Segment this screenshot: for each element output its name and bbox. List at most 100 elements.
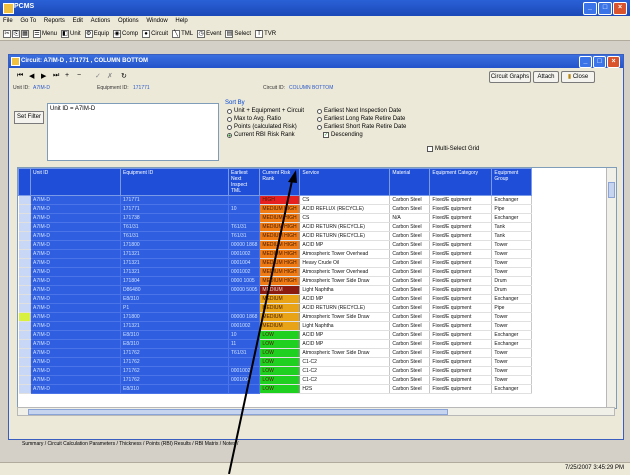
cell-equipment-id[interactable]: T61/31	[120, 222, 229, 232]
menu-options[interactable]: Options	[115, 16, 142, 24]
previous-record-icon[interactable]: ◀	[29, 72, 34, 80]
cell-equipment-id[interactable]: 171804	[120, 276, 229, 286]
cell-equipment-group[interactable]: Exchanger	[491, 330, 533, 340]
cell-next-inspect-tml[interactable]: 10	[228, 204, 261, 214]
cell-service[interactable]: Atmospheric Tower Overhead	[299, 249, 391, 259]
column-header-equipment-category[interactable]: Equipment Category	[429, 168, 493, 196]
tvr-button[interactable]: T TVR	[255, 29, 276, 38]
cell-unit-id[interactable]: A7IM-D	[30, 312, 121, 322]
cell-service[interactable]: CS	[299, 213, 391, 223]
cell-equipment-category[interactable]: Fixed/E quipment	[429, 249, 493, 259]
cell-current-risk-rank[interactable]: MEDIUM	[259, 294, 301, 304]
cell-unit-id[interactable]: A7IM-D	[30, 204, 121, 214]
cell-equipment-group[interactable]: Exchanger	[491, 195, 533, 205]
cell-equipment-id[interactable]: E8/310	[120, 384, 229, 394]
cell-material[interactable]: Carbon Steel	[389, 303, 431, 313]
cell-current-risk-rank[interactable]: MEDIUM HIGH	[259, 213, 301, 223]
cell-next-inspect-tml[interactable]	[228, 294, 261, 304]
cell-equipment-id[interactable]: E8/310	[120, 294, 229, 304]
cell-equipment-category[interactable]: Fixed/E quipment	[429, 195, 493, 205]
table-row[interactable]: A7IM-D 171321 0001002 MEDIUM HIGH Atmospheri…	[18, 249, 533, 259]
cell-equipment-id[interactable]: 171762	[120, 348, 229, 358]
maximize-icon[interactable]: □	[598, 2, 612, 15]
cell-current-risk-rank[interactable]: LOW	[259, 330, 301, 340]
row-selector[interactable]	[18, 267, 31, 277]
cell-equipment-category[interactable]: Fixed/E quipment	[429, 231, 493, 241]
cell-equipment-id[interactable]: P1	[120, 303, 229, 313]
next-record-icon[interactable]: ▶	[41, 72, 46, 80]
cell-next-inspect-tml[interactable]	[228, 384, 261, 394]
cell-next-inspect-tml[interactable]: 0001002	[228, 267, 261, 277]
table-row[interactable]: A7IM-D 171762 0001004 LOW C1-C2 Carbon Steel F…	[18, 375, 533, 385]
cell-material[interactable]: N/A	[389, 213, 431, 223]
cell-service[interactable]: Atmospheric Tower Overhead	[299, 267, 391, 277]
cell-equipment-category[interactable]: Fixed/E quipment	[429, 258, 493, 268]
cell-equipment-id[interactable]: 171762	[120, 375, 229, 385]
cell-service[interactable]: C1-C2	[299, 375, 391, 385]
cell-equipment-category[interactable]: Fixed/E quipment	[429, 204, 493, 214]
tml-button[interactable]: ╲ TML	[172, 29, 193, 38]
add-record-icon[interactable]: +	[65, 72, 69, 79]
cell-equipment-group[interactable]: Exchanger	[491, 213, 533, 223]
cell-unit-id[interactable]: A7IM-D	[30, 357, 121, 367]
row-selector[interactable]	[18, 258, 31, 268]
cell-unit-id[interactable]: A7IM-D	[30, 258, 121, 268]
sort-option-short-rate-retire-date[interactable]: Earliest Short Rate Retire Date	[317, 124, 406, 130]
cell-current-risk-rank[interactable]: HIGH	[259, 195, 301, 205]
cell-current-risk-rank[interactable]: LOW	[259, 366, 301, 376]
sort-option-current-rbi-risk-rank[interactable]: Current RBI Risk Rank	[227, 132, 295, 138]
cell-equipment-id[interactable]: 171321	[120, 267, 229, 277]
cell-unit-id[interactable]: A7IM-D	[30, 249, 121, 259]
multi-select-grid-checkbox[interactable]: Multi-Select Grid	[427, 146, 479, 152]
cell-next-inspect-tml[interactable]: 00000 1868	[228, 312, 261, 322]
cell-unit-id[interactable]: A7IM-D	[30, 366, 121, 376]
refresh-icon[interactable]: ↻	[121, 72, 127, 80]
cell-equipment-category[interactable]: Fixed/E quipment	[429, 384, 493, 394]
cell-service[interactable]: ACID REFLUX (RECYCLE)	[299, 204, 391, 214]
table-row[interactable]: A7IM-D T61/31 T61/31 MEDIUM HIGH ACID RETURN…	[18, 222, 533, 232]
cell-current-risk-rank[interactable]: MEDIUM HIGH	[259, 258, 301, 268]
row-selector[interactable]	[18, 204, 31, 214]
cell-unit-id[interactable]: A7IM-D	[30, 213, 121, 223]
event-button[interactable]: ◷ Event	[197, 29, 221, 38]
cell-material[interactable]: Carbon Steel	[389, 348, 431, 358]
row-selector[interactable]	[18, 357, 31, 367]
last-record-icon[interactable]: ⏭	[53, 72, 59, 80]
sort-option-points-risk[interactable]: Points (calculated Risk)	[227, 124, 297, 130]
cell-unit-id[interactable]: A7IM-D	[30, 195, 121, 205]
window-close-icon[interactable]: ×	[607, 56, 620, 68]
cell-unit-id[interactable]: A7IM-D	[30, 240, 121, 250]
sort-option-long-rate-retire-date[interactable]: Earliest Long Rate Retire Date	[317, 116, 405, 122]
cell-current-risk-rank[interactable]: MEDIUM	[259, 312, 301, 322]
save-record-icon[interactable]: ✓	[95, 72, 101, 80]
cell-material[interactable]: Carbon Steel	[389, 330, 431, 340]
cell-next-inspect-tml[interactable]: 0000 1005	[228, 276, 261, 286]
grid-horizontal-scrollbar[interactable]	[17, 407, 615, 416]
column-header-next-inspect-tml[interactable]: Earliest Next Inspect TML	[227, 168, 261, 196]
cell-unit-id[interactable]: A7IM-D	[30, 321, 121, 331]
cell-material[interactable]: Carbon Steel	[389, 375, 431, 385]
cell-next-inspect-tml[interactable]: T61/31	[228, 222, 261, 232]
row-selector[interactable]	[18, 339, 31, 349]
cell-current-risk-rank[interactable]: LOW	[259, 357, 301, 367]
cell-service[interactable]: ACID MP	[299, 330, 391, 340]
cell-material[interactable]: Carbon Steel	[389, 312, 431, 322]
column-header-current-risk-rank[interactable]: Current Risk Rank	[259, 168, 301, 196]
cell-next-inspect-tml[interactable]	[228, 357, 261, 367]
cell-next-inspect-tml[interactable]: T61/31	[228, 348, 261, 358]
cell-service[interactable]: Light Naphtha	[299, 285, 391, 295]
cell-unit-id[interactable]: A7IM-D	[30, 267, 121, 277]
window-maximize-icon[interactable]: □	[593, 56, 606, 68]
cell-current-risk-rank[interactable]: LOW	[259, 348, 301, 358]
cell-equipment-category[interactable]: Fixed/E quipment	[429, 294, 493, 304]
filter-text-field[interactable]: Unit ID = A7IM-D	[47, 103, 219, 161]
cell-material[interactable]: Carbon Steel	[389, 231, 431, 241]
grid-vertical-scrollbar[interactable]	[606, 168, 616, 408]
table-row[interactable]: A7IM-D E8/310 MEDIUM ACID MP Carbon Steel Fix…	[18, 294, 533, 304]
cell-service[interactable]: H2S	[299, 384, 391, 394]
table-row[interactable]: A7IM-D D86480 00000 5005 MEDIUM Light Naphth…	[18, 285, 533, 295]
column-header-material[interactable]: Material	[389, 168, 431, 196]
table-row[interactable]: A7IM-D 171321 0001002 MEDIUM HIGH Atmospheri…	[18, 267, 533, 277]
cell-material[interactable]: Carbon Steel	[389, 240, 431, 250]
cell-equipment-category[interactable]: Fixed/E quipment	[429, 312, 493, 322]
